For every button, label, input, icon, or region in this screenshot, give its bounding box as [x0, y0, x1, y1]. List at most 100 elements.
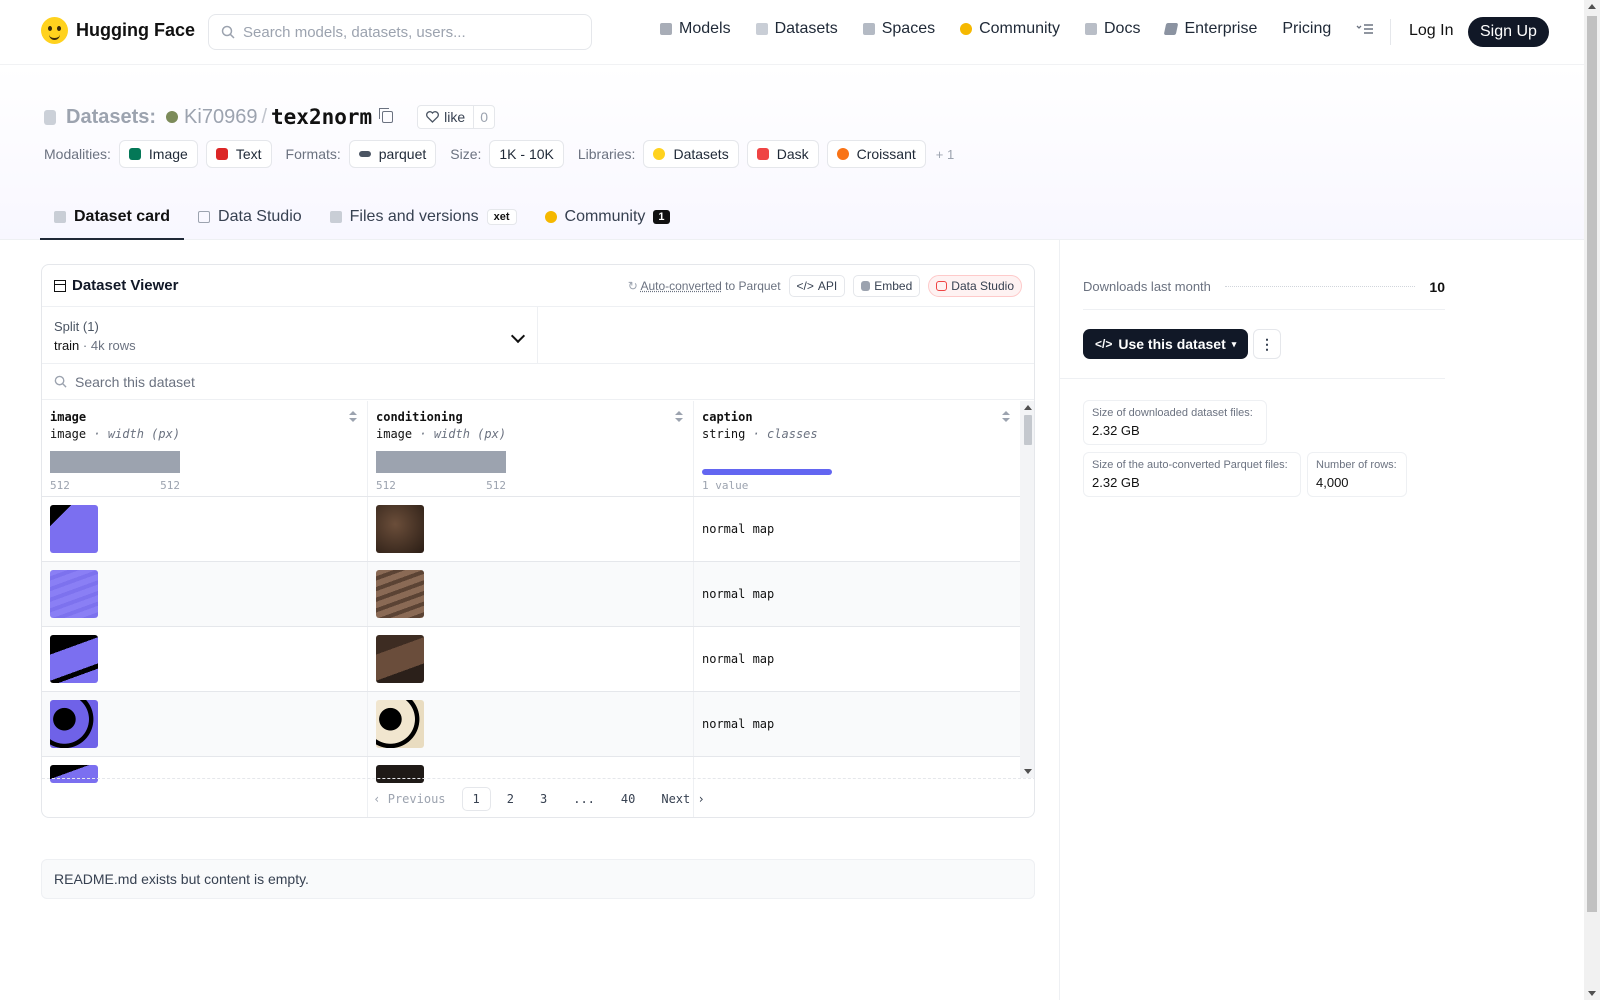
nav-models[interactable]: Models — [660, 20, 731, 38]
nav-community-label: Community — [979, 20, 1060, 37]
brand-logo[interactable]: Hugging Face — [41, 17, 195, 44]
sort-icon[interactable] — [349, 411, 357, 423]
search-icon — [221, 25, 235, 39]
table-scroll-thumb[interactable] — [1024, 415, 1032, 445]
normal-map-thumbnail[interactable] — [50, 505, 98, 553]
tag-size[interactable]: 1K - 10K — [489, 140, 564, 168]
copy-icon[interactable] — [379, 108, 394, 123]
tag-parquet-label: parquet — [378, 146, 427, 162]
login-link[interactable]: Log In — [1409, 22, 1453, 40]
tag-format-parquet[interactable]: parquet — [348, 140, 437, 168]
hugging-face-logo-icon — [41, 17, 68, 44]
community-count-badge: 1 — [653, 210, 670, 224]
pagination-previous[interactable]: ‹ Previous — [363, 788, 455, 810]
main-nav: Models Datasets Spaces Community Docs En… — [660, 20, 1374, 38]
breadcrumb-type[interactable]: Datasets: — [66, 106, 156, 129]
histogram-min: 512 — [50, 479, 70, 492]
nav-datasets[interactable]: Datasets — [755, 20, 838, 38]
nav-more-menu[interactable] — [1356, 23, 1374, 35]
table-row[interactable]: normal map — [42, 497, 1020, 562]
page-scrollbar[interactable] — [1584, 0, 1600, 1000]
data-studio-button[interactable]: Data Studio — [928, 274, 1022, 297]
scroll-down-icon[interactable] — [1588, 991, 1596, 996]
more-libraries[interactable]: + 1 — [936, 147, 954, 162]
breadcrumb-owner[interactable]: Ki70969 — [184, 106, 257, 129]
downloads-value: 10 — [1429, 278, 1445, 295]
search-icon — [54, 375, 67, 388]
tag-modality-text[interactable]: Text — [205, 140, 272, 168]
like-button[interactable]: like — [418, 106, 475, 128]
pagination-next[interactable]: Next › — [651, 788, 714, 810]
tag-modality-image[interactable]: Image — [118, 140, 198, 168]
split-selector[interactable]: Split (1) train · 4k rows — [42, 307, 538, 363]
table-row[interactable]: normal map — [42, 627, 1020, 692]
split-row: Split (1) train · 4k rows — [42, 307, 1034, 364]
dataset-search-input[interactable] — [75, 373, 475, 390]
normal-map-thumbnail[interactable] — [50, 700, 98, 748]
dataset-viewer: Dataset Viewer ↻ Auto-converted to Parqu… — [41, 264, 1035, 818]
nav-pricing[interactable]: Pricing — [1282, 20, 1331, 38]
auto-converted-link[interactable]: Auto-converted — [640, 279, 721, 293]
nav-docs[interactable]: Docs — [1085, 20, 1140, 38]
sort-icon[interactable] — [1002, 411, 1010, 423]
use-this-dataset-button[interactable]: </> Use this dataset ▾ — [1083, 329, 1249, 359]
pagination-page[interactable]: 1 — [461, 786, 491, 811]
more-options-button[interactable]: ⋮ — [1253, 329, 1281, 359]
page-scroll-thumb[interactable] — [1587, 16, 1597, 912]
pagination-page[interactable]: 3 — [530, 788, 557, 810]
models-icon — [660, 23, 672, 35]
embed-button[interactable]: Embed — [853, 274, 921, 297]
tab-community[interactable]: Community 1 — [531, 196, 684, 240]
global-search-input[interactable] — [243, 23, 563, 41]
image-cell — [42, 692, 368, 756]
dataset-search[interactable] — [42, 364, 1034, 400]
texture-thumbnail[interactable] — [376, 505, 424, 553]
caption-text: normal map — [702, 652, 775, 666]
caption-cell: normal map — [694, 627, 1020, 691]
tag-library-datasets[interactable]: Datasets — [643, 140, 739, 168]
texture-thumbnail[interactable] — [376, 635, 424, 683]
nav-enterprise[interactable]: Enterprise — [1164, 20, 1257, 38]
column-caption[interactable]: caption string · classes 1 value — [694, 401, 1020, 496]
tab-data-studio[interactable]: Data Studio — [184, 196, 316, 240]
texture-thumbnail[interactable] — [376, 700, 424, 748]
column-conditioning[interactable]: conditioning image · width (px) 512 512 — [368, 401, 694, 496]
api-button[interactable]: </> API — [788, 274, 846, 297]
repo-name[interactable]: tex2norm — [271, 105, 372, 129]
column-type-label: image — [50, 427, 87, 441]
column-image[interactable]: image image · width (px) 512 512 — [42, 401, 368, 496]
table-row[interactable]: normal map — [42, 692, 1020, 757]
normal-map-thumbnail[interactable] — [50, 635, 98, 683]
tag-library-dask[interactable]: Dask — [746, 140, 819, 168]
nav-spaces[interactable]: Spaces — [862, 20, 935, 38]
texture-thumbnail[interactable] — [376, 570, 424, 618]
stat-label: Size of downloaded dataset files: — [1092, 407, 1253, 419]
sidebar-separator — [1059, 378, 1445, 379]
scroll-down-icon[interactable] — [1024, 769, 1032, 774]
conditioning-cell — [368, 627, 694, 691]
data-studio-label: Data Studio — [951, 278, 1014, 293]
pagination-page[interactable]: 40 — [611, 788, 645, 810]
stat-value: 2.32 GB — [1092, 423, 1140, 438]
table-row[interactable]: normal map — [42, 562, 1020, 627]
global-search[interactable] — [208, 14, 592, 50]
like-count: 0 — [480, 109, 488, 125]
files-icon — [329, 211, 342, 223]
nav-community[interactable]: Community — [960, 20, 1060, 38]
sort-icon[interactable] — [675, 411, 683, 423]
table-scrollbar[interactable] — [1020, 401, 1034, 778]
scroll-up-icon[interactable] — [1024, 405, 1032, 410]
tab-dataset-card[interactable]: Dataset card — [40, 196, 185, 240]
normal-map-thumbnail[interactable] — [50, 570, 98, 618]
stat-download-size: Size of downloaded dataset files: 2.32 G… — [1083, 400, 1267, 445]
column-type-label: string — [702, 427, 746, 441]
scroll-up-icon[interactable] — [1588, 4, 1596, 9]
data-table: image image · width (px) 512 512 conditio… — [42, 401, 1020, 817]
stat-label: Number of rows: — [1316, 459, 1397, 471]
dask-icon — [756, 148, 769, 160]
caption-text: normal map — [702, 587, 775, 601]
tab-files[interactable]: Files and versions xet — [316, 196, 531, 240]
tag-library-croissant[interactable]: Croissant — [826, 140, 926, 168]
pagination-page[interactable]: 2 — [497, 788, 524, 810]
signup-button[interactable]: Sign Up — [1468, 17, 1549, 47]
